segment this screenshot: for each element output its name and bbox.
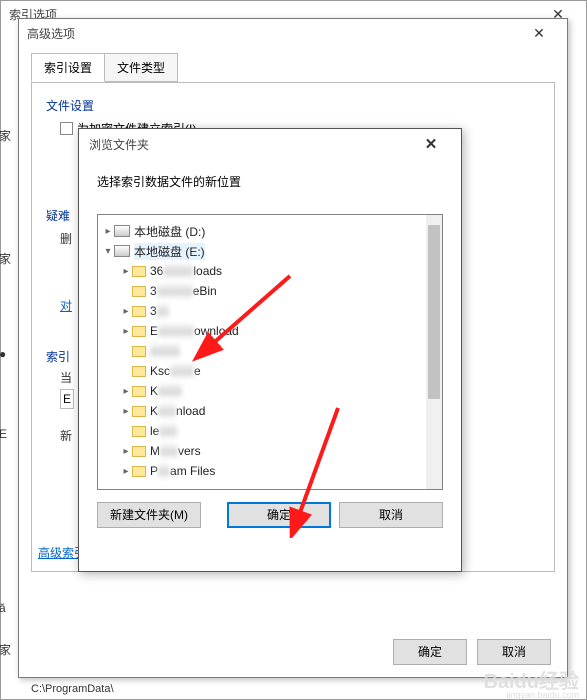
- chevron-right-icon[interactable]: ▸: [120, 326, 132, 337]
- browse-ok-button[interactable]: 确定: [227, 502, 331, 528]
- tree-row-disk-d[interactable]: ▸ 本地磁盘 (D:): [102, 221, 422, 241]
- tree-row-folder[interactable]: ▸ Mxxxvers: [102, 441, 422, 461]
- tree-row-disk-e[interactable]: ▾ 本地磁盘 (E:): [102, 241, 422, 261]
- browse-close-icon[interactable]: ✕: [411, 135, 451, 153]
- folder-icon: [132, 326, 146, 337]
- tab-index-settings[interactable]: 索引设置: [31, 53, 105, 82]
- tree-row-folder[interactable]: ▸ Kxxxnload: [102, 401, 422, 421]
- browse-folder-dialog: 浏览文件夹 ✕ 选择索引数据文件的新位置 ▸ 本地磁盘 (D:) ▾ 本地磁盘 …: [78, 128, 462, 572]
- adv-title: 高级选项: [27, 25, 519, 42]
- adv-titlebar: 高级选项 ✕: [19, 19, 567, 47]
- chevron-right-icon[interactable]: ▸: [120, 386, 132, 397]
- folder-label: Exxxxxxownload: [150, 324, 239, 338]
- tree-row-folder[interactable]: ▸ Exxxxxxownload: [102, 321, 422, 341]
- folder-icon: [132, 406, 146, 417]
- folder-icon: [132, 446, 146, 457]
- tree-scrollbar[interactable]: [426, 215, 442, 489]
- browse-titlebar: 浏览文件夹 ✕: [79, 129, 461, 159]
- tree-row-folder[interactable]: ▸ 3xx: [102, 301, 422, 321]
- scrollbar-thumb[interactable]: [428, 225, 440, 399]
- folder-tree[interactable]: ▸ 本地磁盘 (D:) ▾ 本地磁盘 (E:) ▸ 36xxxxxloads 3: [98, 215, 426, 489]
- adv-close-icon[interactable]: ✕: [519, 25, 559, 42]
- disk-icon: [114, 245, 130, 257]
- folder-tree-container: ▸ 本地磁盘 (D:) ▾ 本地磁盘 (E:) ▸ 36xxxxxloads 3: [97, 214, 443, 490]
- folder-icon: [132, 426, 146, 437]
- folder-label: Pxxam Files: [150, 464, 215, 478]
- tree-row-folder[interactable]: lexxx: [102, 421, 422, 441]
- chevron-right-icon[interactable]: ▸: [102, 226, 114, 237]
- encrypt-checkbox[interactable]: [60, 122, 73, 135]
- chevron-right-icon[interactable]: ▸: [120, 446, 132, 457]
- e-box: E: [60, 389, 74, 409]
- adv-button-row: 确定 取消: [393, 639, 551, 665]
- folder-label: Kxxxnload: [150, 404, 205, 418]
- disk-d-label: 本地磁盘 (D:): [134, 223, 205, 240]
- folder-label: Mxxxvers: [150, 444, 201, 458]
- folder-label: Kscxxxxe: [150, 364, 201, 378]
- folder-icon: [132, 346, 146, 357]
- folder-label: Kxxxx: [150, 384, 182, 398]
- watermark-url: jingyan.baidu.com: [506, 690, 579, 700]
- folder-icon: [132, 466, 146, 477]
- folder-icon: [132, 286, 146, 297]
- browse-message: 选择索引数据文件的新位置: [97, 173, 443, 190]
- folder-label: 3xxxxxxeBin: [150, 284, 217, 298]
- footer-path: C:\ProgramData\: [31, 683, 114, 695]
- tree-row-folder[interactable]: Kscxxxxe: [102, 361, 422, 381]
- folder-label: 36xxxxxloads: [150, 264, 222, 278]
- folder-label: lexxx: [150, 424, 177, 438]
- browse-button-row: 新建文件夹(M) 确定 取消: [97, 502, 443, 528]
- tree-row-folder[interactable]: ▸ Kxxxx: [102, 381, 422, 401]
- file-settings-label: 文件设置: [46, 97, 540, 114]
- tab-file-types[interactable]: 文件类型: [104, 53, 178, 82]
- folder-icon: [132, 266, 146, 277]
- folder-icon: [132, 366, 146, 377]
- chevron-down-icon[interactable]: ▾: [102, 246, 114, 257]
- disk-icon: [114, 225, 130, 237]
- browse-body: 选择索引数据文件的新位置 ▸ 本地磁盘 (D:) ▾ 本地磁盘 (E:) ▸ 3…: [79, 159, 461, 544]
- tree-row-folder[interactable]: ▸ 36xxxxxloads: [102, 261, 422, 281]
- tree-row-folder[interactable]: 3xxxxxxeBin: [102, 281, 422, 301]
- browse-cancel-button[interactable]: 取消: [339, 502, 443, 528]
- new-folder-button[interactable]: 新建文件夹(M): [97, 502, 201, 528]
- folder-label: 3xx: [150, 304, 169, 318]
- folder-label: xxxxx: [150, 344, 180, 358]
- tree-row-folder[interactable]: ▸ Pxxam Files: [102, 461, 422, 481]
- chevron-right-icon[interactable]: ▸: [120, 306, 132, 317]
- chevron-right-icon[interactable]: ▸: [120, 266, 132, 277]
- adv-ok-button[interactable]: 确定: [393, 639, 467, 665]
- disk-e-label: 本地磁盘 (E:): [134, 243, 205, 260]
- tree-row-folder[interactable]: xxxxx: [102, 341, 422, 361]
- folder-icon: [132, 386, 146, 397]
- browse-title: 浏览文件夹: [89, 136, 411, 153]
- chevron-right-icon[interactable]: ▸: [120, 406, 132, 417]
- adv-tabs: 索引设置 文件类型: [31, 53, 555, 82]
- chevron-right-icon[interactable]: ▸: [120, 466, 132, 477]
- adv-cancel-button[interactable]: 取消: [477, 639, 551, 665]
- folder-icon: [132, 306, 146, 317]
- left-cropped-labels: 家 家 ● E ǎ 家: [0, 101, 9, 681]
